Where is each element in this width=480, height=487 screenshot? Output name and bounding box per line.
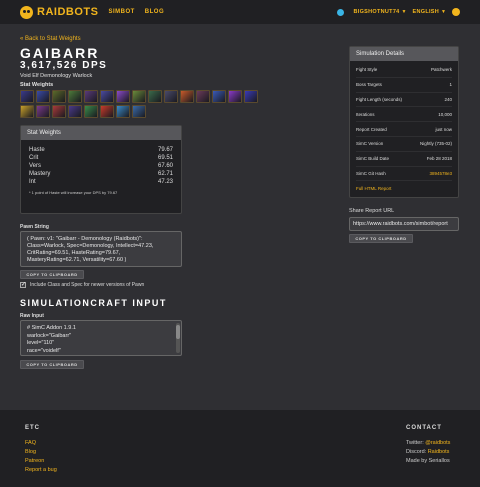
- git-hash-link[interactable]: 3894578e3: [429, 171, 452, 176]
- talent-icon[interactable]: [52, 90, 66, 103]
- talent-icon[interactable]: [68, 90, 82, 103]
- talent-icon[interactable]: [244, 90, 258, 103]
- raw-input-label: Raw Input: [20, 313, 44, 319]
- detail-row: Report Created just now: [356, 122, 452, 137]
- detail-row: Full HTML Report: [356, 181, 452, 196]
- raidbots-logo-icon: [20, 5, 33, 19]
- footer-made-by: Made by Seriallos: [406, 458, 450, 464]
- detail-row: Iterations 10,000: [356, 107, 452, 123]
- detail-row: Fight Length (seconds) 240: [356, 93, 452, 108]
- stat-row: Crit 69.51: [29, 155, 173, 161]
- include-class-spec-checkbox[interactable]: [20, 281, 26, 288]
- nav-link-blog[interactable]: BLOG: [145, 9, 164, 15]
- detail-row: Fight Style Patchwerk: [356, 63, 452, 78]
- twitter-link[interactable]: @raidbots: [425, 440, 450, 446]
- settings-icon[interactable]: [452, 8, 460, 16]
- talent-icon[interactable]: [116, 105, 130, 118]
- copy-raw-input-button[interactable]: COPY TO CLIPBOARD: [20, 360, 84, 369]
- detail-row: Boss Targets 1: [356, 78, 452, 93]
- talent-icon[interactable]: [180, 90, 194, 103]
- raw-input-textarea[interactable]: # SimC Addon 1.9.1 warlock="Gaibarr" lev…: [20, 320, 182, 356]
- talent-icon[interactable]: [100, 105, 114, 118]
- simulation-details-title: Simulation Details: [350, 47, 458, 61]
- stat-row: Haste 79.67: [29, 147, 173, 153]
- footer-discord: Discord: Raidbots: [406, 449, 450, 455]
- character-spec: Void Elf Demonology Warlock: [20, 73, 93, 79]
- top-nav: RAIDBOTS SIMBOT BLOG BIGSHOTNUT74 ▼ ENGL…: [0, 0, 480, 24]
- footer-link-blog[interactable]: Blog: [25, 449, 36, 455]
- character-dps: 3,617,526 DPS: [20, 60, 108, 71]
- copy-pawn-button[interactable]: COPY TO CLIPBOARD: [20, 270, 84, 279]
- user-menu[interactable]: BIGSHOTNUT74: [353, 9, 399, 15]
- talent-icon[interactable]: [68, 105, 82, 118]
- stat-weights-note: * 1 point of Haste will increase your DP…: [29, 190, 118, 195]
- stat-row: Mastery 62.71: [29, 171, 173, 177]
- talent-icon[interactable]: [148, 90, 162, 103]
- stat-row: Int 47.23: [29, 179, 173, 185]
- textarea-scrollbar[interactable]: [176, 323, 180, 353]
- pawn-string-label: Pawn String: [20, 224, 49, 230]
- talent-icon[interactable]: [84, 105, 98, 118]
- brand-name: RAIDBOTS: [37, 6, 99, 18]
- detail-row: SimC Git Hash 3894578e3: [356, 167, 452, 182]
- talent-icons: [20, 90, 270, 118]
- nav-right: BIGSHOTNUT74 ▼ ENGLISH ▼: [337, 8, 460, 16]
- talent-icon[interactable]: [20, 105, 34, 118]
- detail-row: SimC Version Nightly (735-02): [356, 137, 452, 152]
- talent-icon[interactable]: [36, 105, 50, 118]
- stat-weights-table: Haste 79.67 Crit 69.51 Vers 67.60 Mastery 62…: [21, 140, 181, 186]
- footer-link-patreon[interactable]: Patreon: [25, 458, 44, 464]
- talent-icon[interactable]: [212, 90, 226, 103]
- include-class-spec-label: Include Class and Spec for newer version…: [30, 282, 145, 288]
- talent-icon[interactable]: [100, 90, 114, 103]
- chevron-down-icon[interactable]: ▼: [441, 9, 446, 15]
- pawn-string-textarea[interactable]: ( Pawn: v1: "Gaibarr - Demonology (Raidb…: [20, 231, 182, 267]
- footer-twitter: Twitter: @raidbots: [406, 440, 451, 446]
- footer-link-report-bug[interactable]: Report a bug: [25, 467, 57, 473]
- discord-link[interactable]: Raidbots: [428, 449, 450, 455]
- stat-weights-panel-title: Stat Weights: [21, 126, 181, 140]
- talent-icon[interactable]: [36, 90, 50, 103]
- simc-input-title: SIMULATIONCRAFT INPUT: [20, 298, 167, 308]
- simulation-details-table: Fight Style Patchwerk Boss Targets 1 Fight…: [350, 61, 458, 196]
- talent-icon[interactable]: [196, 90, 210, 103]
- chevron-down-icon[interactable]: ▼: [402, 9, 407, 15]
- talent-icon[interactable]: [84, 90, 98, 103]
- footer-etc-title: ETC: [25, 425, 40, 431]
- character-name: GAIBARR: [20, 45, 100, 61]
- share-report-label: Share Report URL: [349, 208, 395, 214]
- talent-icon[interactable]: [132, 105, 146, 118]
- brand-logo[interactable]: RAIDBOTS: [20, 5, 99, 19]
- footer-link-faq[interactable]: FAQ: [25, 440, 36, 446]
- share-report-url-input[interactable]: https://www.raidbots.com/simbot/report: [349, 217, 459, 231]
- include-class-spec-row[interactable]: Include Class and Spec for newer version…: [20, 281, 145, 288]
- detail-row: SimC Build Date Feb 28 2018: [356, 152, 452, 167]
- talent-icon[interactable]: [52, 105, 66, 118]
- footer: ETC FAQ Blog Patreon Report a bug CONTAC…: [0, 410, 480, 487]
- footer-contact-title: CONTACT: [406, 425, 442, 431]
- talent-icon[interactable]: [228, 90, 242, 103]
- stat-weights-panel: Stat Weights Haste 79.67 Crit 69.51 Vers 67…: [20, 125, 182, 214]
- talent-icon[interactable]: [132, 90, 146, 103]
- nav-link-simbot[interactable]: SIMBOT: [108, 9, 134, 15]
- language-menu[interactable]: ENGLISH: [413, 9, 440, 15]
- talent-icon[interactable]: [20, 90, 34, 103]
- copy-share-url-button[interactable]: COPY TO CLIPBOARD: [349, 234, 413, 243]
- stat-weights-label: Stat Weights: [20, 82, 54, 88]
- back-to-stat-weights-link[interactable]: « Back to Stat Weights: [20, 36, 81, 42]
- full-html-report-link[interactable]: Full HTML Report: [356, 186, 391, 191]
- stat-row: Vers 67.60: [29, 163, 173, 169]
- simulation-details-panel: Simulation Details Fight Style Patchwerk …: [349, 46, 459, 198]
- talent-icon[interactable]: [116, 90, 130, 103]
- user-avatar-icon: [337, 8, 345, 16]
- talent-icon[interactable]: [164, 90, 178, 103]
